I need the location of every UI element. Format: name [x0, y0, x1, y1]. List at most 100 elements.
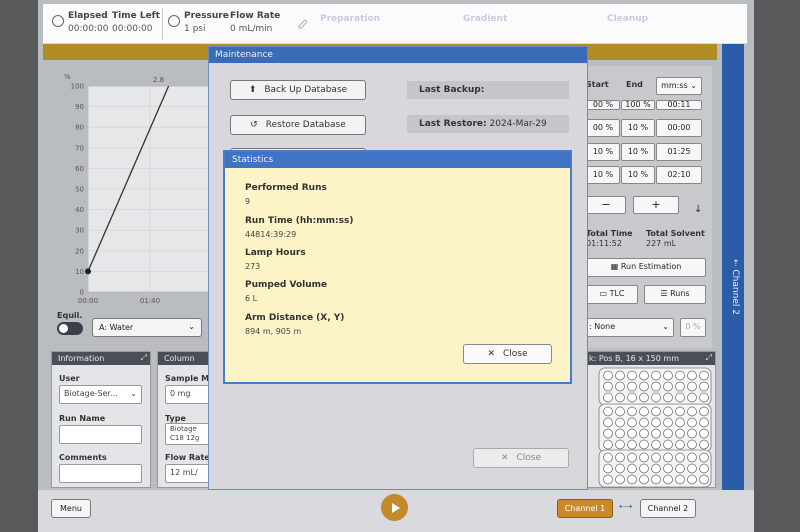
tube-slot[interactable]	[675, 417, 685, 428]
tube-slot[interactable]	[615, 381, 625, 392]
tube-slot[interactable]	[639, 417, 649, 428]
row1-start[interactable]: 00 %	[586, 100, 620, 110]
tube-slot[interactable]	[627, 417, 637, 428]
tube-slot[interactable]	[699, 428, 709, 439]
tube-slot[interactable]	[639, 406, 649, 417]
row3-time[interactable]: 01:25	[656, 143, 702, 161]
tube-slot[interactable]	[687, 406, 697, 417]
tube-slot[interactable]	[675, 392, 685, 403]
backup-database-button[interactable]: ⬆ Back Up Database	[230, 80, 366, 100]
row2-end[interactable]: 10 %	[621, 119, 655, 137]
tube-slot[interactable]	[627, 474, 637, 485]
tube-slot[interactable]	[699, 439, 709, 450]
pencil-icon[interactable]	[297, 18, 309, 30]
run-estimation-button[interactable]: ▦ Run Estimation	[586, 258, 706, 277]
tube-slot[interactable]	[603, 474, 613, 485]
tube-slot[interactable]	[699, 370, 709, 381]
row2-start[interactable]: 00 %	[586, 119, 620, 137]
tube-slot[interactable]	[651, 452, 661, 463]
channel-2-tab[interactable]: ⇠ Channel 2	[722, 44, 744, 490]
tube-slot[interactable]	[639, 370, 649, 381]
tube-slot[interactable]	[603, 439, 613, 450]
tube-slot[interactable]	[603, 463, 613, 474]
tube-slot[interactable]	[639, 452, 649, 463]
tube-slot[interactable]	[615, 452, 625, 463]
tube-slot[interactable]	[699, 381, 709, 392]
row4-time[interactable]: 02:10	[656, 166, 702, 184]
step-gradient[interactable]: Gradient	[463, 14, 507, 24]
tube-slot[interactable]	[687, 417, 697, 428]
tube-slot[interactable]	[627, 370, 637, 381]
tube-slot[interactable]	[663, 474, 673, 485]
restore-database-button[interactable]: ↺ Restore Database	[230, 115, 366, 135]
tube-slot[interactable]	[615, 406, 625, 417]
percent-input[interactable]: 0 %	[680, 318, 706, 337]
tube-slot[interactable]	[651, 370, 661, 381]
row3-start[interactable]: 10 %	[586, 143, 620, 161]
solvent-select[interactable]: A: Water ⌄	[92, 318, 202, 337]
row1-end[interactable]: 100 %	[621, 100, 655, 110]
tube-slot[interactable]	[603, 381, 613, 392]
user-select[interactable]: Biotage-Ser... ⌄	[59, 385, 142, 404]
tube-slot[interactable]	[615, 439, 625, 450]
tube-slot[interactable]	[675, 406, 685, 417]
row4-start[interactable]: 10 %	[586, 166, 620, 184]
tube-slot[interactable]	[639, 381, 649, 392]
tube-slot[interactable]	[603, 452, 613, 463]
step-preparation[interactable]: Preparation	[320, 14, 380, 24]
tube-slot[interactable]	[651, 463, 661, 474]
tube-slot[interactable]	[615, 417, 625, 428]
tube-slot[interactable]	[699, 463, 709, 474]
tube-slot[interactable]	[651, 428, 661, 439]
tube-slot[interactable]	[675, 474, 685, 485]
tube-slot[interactable]	[675, 452, 685, 463]
runs-button[interactable]: ☰ Runs	[644, 285, 706, 304]
tube-slot[interactable]	[627, 463, 637, 474]
collection-select[interactable]: : None ⌄	[586, 318, 674, 337]
step-cleanup[interactable]: Cleanup	[607, 14, 648, 24]
run-name-input[interactable]	[59, 425, 142, 444]
tube-slot[interactable]	[615, 474, 625, 485]
comments-input[interactable]	[59, 464, 142, 483]
tube-slot[interactable]	[639, 428, 649, 439]
tube-slot[interactable]	[651, 417, 661, 428]
tube-slot[interactable]	[675, 439, 685, 450]
tube-slot[interactable]	[687, 474, 697, 485]
tube-slot[interactable]	[615, 370, 625, 381]
tube-slot[interactable]	[663, 406, 673, 417]
tube-slot[interactable]	[699, 474, 709, 485]
tube-slot[interactable]	[663, 370, 673, 381]
tube-slot[interactable]	[687, 428, 697, 439]
channel-1-button[interactable]: Channel 1	[557, 499, 613, 518]
expand-icon[interactable]: ⤢	[141, 353, 147, 363]
tube-slot[interactable]	[687, 381, 697, 392]
tube-slot[interactable]	[675, 428, 685, 439]
tube-slot[interactable]	[615, 392, 625, 403]
tube-slot[interactable]	[663, 452, 673, 463]
tube-slot[interactable]	[663, 381, 673, 392]
tube-slot[interactable]	[699, 452, 709, 463]
tube-slot[interactable]	[663, 439, 673, 450]
tlc-button[interactable]: ▭ TLC	[586, 285, 638, 304]
tube-slot[interactable]	[639, 463, 649, 474]
tube-slot[interactable]	[627, 381, 637, 392]
tube-slot[interactable]	[687, 370, 697, 381]
tube-slot[interactable]	[687, 452, 697, 463]
add-step-button[interactable]: +	[633, 196, 679, 214]
tube-slot[interactable]	[651, 381, 661, 392]
expand-icon[interactable]: ⤢	[706, 353, 712, 363]
start-run-button[interactable]	[381, 494, 408, 521]
tube-slot[interactable]	[639, 474, 649, 485]
tube-slot[interactable]	[627, 428, 637, 439]
tube-slot[interactable]	[675, 463, 685, 474]
tube-slot[interactable]	[615, 428, 625, 439]
remove-step-button[interactable]: −	[586, 196, 626, 214]
maintenance-close-button[interactable]: ✕ Close	[473, 448, 569, 468]
statistics-close-button[interactable]: ✕ Close	[463, 344, 552, 364]
tube-slot[interactable]	[675, 370, 685, 381]
tube-slot[interactable]	[663, 392, 673, 403]
rack-diagram[interactable]	[587, 366, 717, 489]
tube-slot[interactable]	[639, 392, 649, 403]
tube-slot[interactable]	[651, 406, 661, 417]
tube-slot[interactable]	[603, 428, 613, 439]
